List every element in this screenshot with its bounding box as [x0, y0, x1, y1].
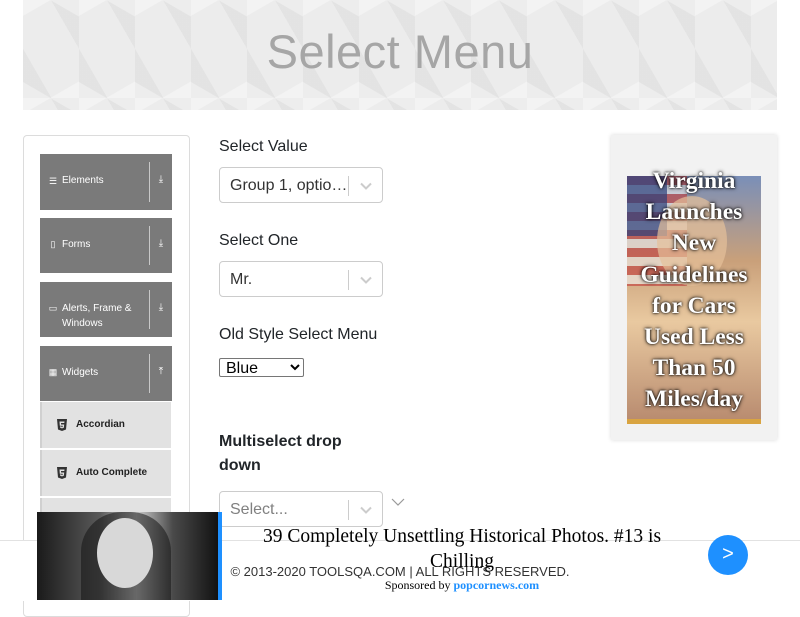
- old-style-select-label: Old Style Select Menu: [219, 326, 378, 343]
- select-value-dropdown[interactable]: Group 1, option 1: [219, 167, 383, 203]
- html5-icon: [57, 467, 67, 479]
- sidebar-group-label: Elements: [62, 175, 104, 186]
- bottom-ad-headline[interactable]: 39 Completely Unsettling Historical Phot…: [237, 524, 687, 574]
- old-style-select[interactable]: Blue: [219, 358, 304, 377]
- page-banner: Select Menu: [23, 0, 777, 110]
- next-ad-button[interactable]: >: [708, 535, 748, 575]
- upload-icon[interactable]: ⤒: [156, 366, 166, 377]
- sidebar-group-widgets[interactable]: ▦ Widgets ⤒: [40, 346, 172, 401]
- bottom-ad[interactable]: 39 Completely Unsettling Historical Phot…: [37, 512, 800, 600]
- sidebar-item-label: Auto Complete: [76, 467, 148, 478]
- chevron-down-icon[interactable]: [358, 273, 374, 287]
- select-value-current: Group 1, option 1: [230, 177, 348, 194]
- sponsor-link[interactable]: popcornews.com: [454, 578, 540, 592]
- sidebar-item-label: Accordian: [76, 419, 125, 430]
- select-one-label: Select One: [219, 232, 299, 249]
- side-ad-headline[interactable]: Virginia Launches New Guidelines for Car…: [627, 166, 761, 416]
- select-one-dropdown[interactable]: Mr.: [219, 261, 383, 297]
- html5-icon: [57, 419, 67, 431]
- sidebar-item-accordian[interactable]: Accordian: [40, 402, 171, 448]
- sidebar-group-label: Forms: [62, 239, 91, 250]
- grid-icon: ▦: [48, 367, 58, 377]
- sidebar-group-elements[interactable]: ☰ Elements ⤓: [40, 154, 172, 210]
- select-value-label: Select Value: [219, 138, 308, 155]
- document-icon: ▯: [50, 239, 56, 249]
- multiselect-label: Multiselect drop down: [219, 433, 342, 474]
- window-icon: ▭: [48, 303, 58, 313]
- bottom-ad-image[interactable]: [37, 512, 218, 600]
- download-icon[interactable]: ⤓: [156, 302, 166, 313]
- sidebar-group-forms[interactable]: ▯ Forms ⤓: [40, 218, 172, 273]
- chevron-down-icon[interactable]: [390, 496, 406, 508]
- download-icon[interactable]: ⤓: [156, 238, 166, 249]
- sidebar-item-auto-complete[interactable]: Auto Complete: [40, 450, 171, 496]
- download-icon[interactable]: ⤓: [156, 174, 166, 185]
- bottom-ad-sponsor: Sponsored by popcornews.com: [384, 578, 540, 592]
- sidebar-group-alerts[interactable]: ▭ Alerts, Frame & Windows ⤓: [40, 282, 172, 337]
- list-icon: ☰: [48, 176, 58, 186]
- chevron-down-icon[interactable]: [358, 179, 374, 193]
- select-one-current: Mr.: [230, 271, 253, 288]
- page-title: Select Menu: [266, 25, 534, 78]
- sidebar-group-label: Alerts, Frame & Windows: [62, 303, 132, 329]
- sidebar-group-label: Widgets: [62, 367, 99, 378]
